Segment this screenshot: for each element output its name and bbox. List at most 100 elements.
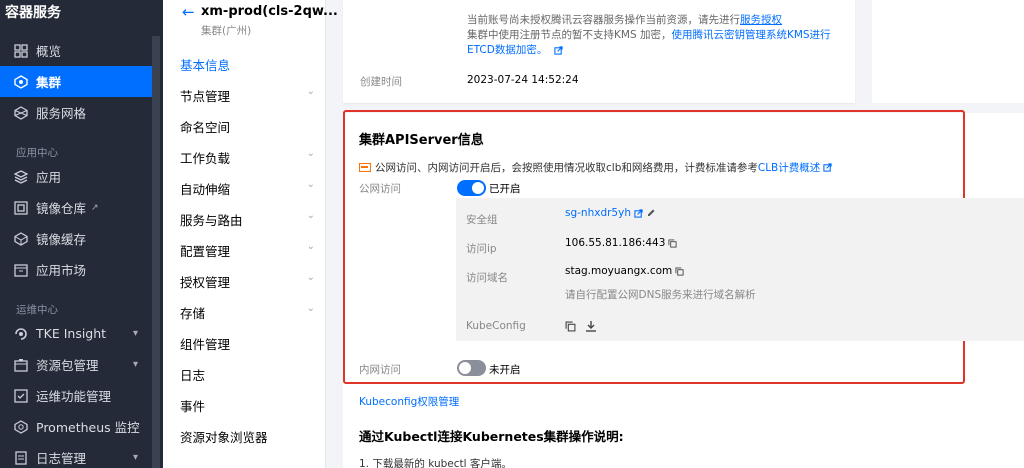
log-icon xyxy=(15,450,27,465)
kms-note: 集群中使用注册节点的暂不支持KMS 加密，使用腾讯云密钥管理系统KMS进行 xyxy=(467,27,831,42)
sidebar-item-log-management[interactable]: 日志管理 ▾ xyxy=(0,442,152,468)
subnav-item-label: 存储 xyxy=(180,306,206,321)
access-ip-value: 106.55.81.186:443 xyxy=(565,237,666,249)
billing-warning: 公网访问、内网访问开启后，会按照使用情况收取clb和网络费用，计费标准请参考 C… xyxy=(359,160,832,175)
copy-icon[interactable] xyxy=(675,266,684,276)
sidebar-item-resource-pack[interactable]: 资源包管理 ▾ xyxy=(0,349,152,380)
main-sidebar: 容器服务 概览 集群 服务网格 应用中心 应用 镜像仓库 ↗ 镜像缓存 应用市场… xyxy=(0,0,163,468)
domain-dns-hint: 请自行配置公网DNS服务来进行域名解析 xyxy=(565,289,756,301)
subnav-item-events[interactable]: 事件 xyxy=(180,396,315,415)
public-access-toggle[interactable] xyxy=(457,180,486,196)
toggle-knob xyxy=(472,182,484,194)
security-group-link[interactable]: sg-nhxdr5yh xyxy=(565,207,631,219)
chevron-down-icon: ▾ xyxy=(132,328,138,339)
sidebar-item-label: TKE Insight xyxy=(36,326,107,341)
public-access-details xyxy=(456,198,1024,341)
kubeconfig-permission-link[interactable]: Kubeconfig权限管理 xyxy=(359,394,459,409)
subnav-item-label: 服务与路由 xyxy=(180,213,243,228)
subnav-item-authorization[interactable]: 授权管理 ⌄ xyxy=(180,272,315,291)
sidebar-item-image-registry[interactable]: 镜像仓库 ↗ xyxy=(0,192,152,223)
subnav-item-namespace[interactable]: 命名空间 xyxy=(180,117,315,136)
market-icon xyxy=(14,263,28,277)
ops-icon xyxy=(14,388,28,403)
chevron-down-icon: ⌄ xyxy=(306,148,315,159)
sidebar-item-image-cache[interactable]: 镜像缓存 xyxy=(0,223,152,254)
private-access-label: 内网访问 xyxy=(359,364,401,376)
security-group-label: 安全组 xyxy=(466,214,498,226)
toggle-knob xyxy=(459,362,471,374)
subnav-item-storage[interactable]: 存储 ⌄ xyxy=(180,303,315,322)
kms-note-text: 集群中使用注册节点的暂不支持KMS 加密， xyxy=(467,29,672,41)
private-access-status: 未开启 xyxy=(489,364,521,376)
insight-icon xyxy=(15,327,27,340)
basic-info-card: 当前账号尚未授权腾讯云容器服务操作当前资源，请先进行服务授权 集群中使用注册节点… xyxy=(343,0,855,103)
authorization-note: 当前账号尚未授权腾讯云容器服务操作当前资源，请先进行服务授权 xyxy=(467,12,782,27)
copy-icon[interactable] xyxy=(565,321,576,332)
sidebar-section-app-center: 应用中心 xyxy=(16,147,58,159)
kms-encryption-link[interactable]: 使用腾讯云密钥管理系统KMS进行 xyxy=(671,29,830,41)
chevron-down-icon: ⌄ xyxy=(306,272,315,283)
subnav-item-components[interactable]: 组件管理 xyxy=(180,334,315,353)
subnav-item-label: 节点管理 xyxy=(180,89,231,104)
external-link-icon[interactable] xyxy=(634,208,643,218)
sidebar-item-label: 镜像缓存 xyxy=(36,232,87,247)
sidebar-item-label: 资源包管理 xyxy=(36,358,99,373)
subnav-item-basic-info[interactable]: 基本信息 xyxy=(180,55,315,74)
kubeconfig-label: KubeConfig xyxy=(466,320,526,332)
chevron-down-icon: ⌄ xyxy=(306,303,315,314)
access-domain-row: stag.moyuangx.com xyxy=(565,265,684,277)
billing-icon xyxy=(359,163,371,172)
sidebar-item-ops-function[interactable]: 运维功能管理 xyxy=(0,380,152,411)
subnav-item-logs[interactable]: 日志 xyxy=(180,365,315,384)
sidebar-item-label: 运维功能管理 xyxy=(36,389,112,404)
chevron-down-icon: ▾ xyxy=(132,452,138,463)
external-link-icon xyxy=(823,163,832,172)
sidebar-item-label: Prometheus 监控 xyxy=(36,420,140,435)
etcd-encryption-link[interactable]: ETCD数据加密。 xyxy=(467,44,547,56)
sidebar-item-tke-insight[interactable]: TKE Insight ▾ xyxy=(0,318,152,349)
private-access-toggle[interactable] xyxy=(457,360,486,376)
side-card xyxy=(872,0,1024,103)
subnav-item-label: 自动伸缩 xyxy=(180,182,231,197)
sidebar-item-label: 概览 xyxy=(36,44,62,59)
subnav-item-config-management[interactable]: 配置管理 ⌄ xyxy=(180,241,315,260)
edit-pencil-icon[interactable] xyxy=(646,208,656,218)
subnav-item-node-management[interactable]: 节点管理 ⌄ xyxy=(180,86,315,105)
subnav-item-autoscaling[interactable]: 自动伸缩 ⌄ xyxy=(180,179,315,198)
service-authorization-link[interactable]: 服务授权 xyxy=(740,14,782,26)
package-icon xyxy=(14,358,28,372)
copy-icon[interactable] xyxy=(668,238,677,248)
sidebar-item-overview[interactable]: 概览 xyxy=(0,35,152,66)
sidebar-item-service-mesh[interactable]: 服务网格 xyxy=(0,97,152,128)
security-group-row: sg-nhxdr5yh xyxy=(565,207,656,219)
sidebar-item-application[interactable]: 应用 xyxy=(0,161,152,192)
sidebar-item-cluster[interactable]: 集群 xyxy=(0,66,152,97)
registry-icon xyxy=(14,200,28,215)
sidebar-item-label: 服务网格 xyxy=(36,106,87,121)
sidebar-brand: 容器服务 xyxy=(5,5,61,21)
subnav-item-workload[interactable]: 工作负载 ⌄ xyxy=(180,148,315,167)
external-link-icon xyxy=(554,45,563,55)
cluster-name: xm-prod(cls-2qw... xyxy=(201,4,338,19)
subnav-item-service-routing[interactable]: 服务与路由 ⌄ xyxy=(180,210,315,229)
back-arrow-icon[interactable]: ← xyxy=(182,3,195,21)
billing-warning-text: 公网访问、内网访问开启后，会按照使用情况收取clb和网络费用，计费标准请参考 xyxy=(375,162,758,174)
chevron-down-icon: ⌄ xyxy=(306,210,315,221)
download-icon[interactable] xyxy=(585,320,597,332)
sidebar-item-prometheus[interactable]: Prometheus 监控 xyxy=(0,411,152,442)
authorization-note-text: 当前账号尚未授权腾讯云容器服务操作当前资源，请先进行 xyxy=(467,14,740,26)
sidebar-scrollbar[interactable] xyxy=(152,36,160,468)
prometheus-icon xyxy=(14,419,28,434)
subnav-item-label: 授权管理 xyxy=(180,275,231,290)
kubectl-guide-title: 通过Kubectl连接Kubernetes集群操作说明: xyxy=(359,429,624,444)
sidebar-item-app-market[interactable]: 应用市场 xyxy=(0,254,152,285)
cache-icon xyxy=(14,231,28,246)
access-ip-label: 访问ip xyxy=(466,243,497,255)
main-content: 当前账号尚未授权腾讯云容器服务操作当前资源，请先进行服务授权 集群中使用注册节点… xyxy=(326,0,1024,468)
external-link-icon: ↗ xyxy=(91,202,99,213)
access-ip-row: 106.55.81.186:443 xyxy=(565,237,677,249)
public-access-status: 已开启 xyxy=(489,183,521,195)
cluster-subnav: ← xm-prod(cls-2qw... 集群(广州) 基本信息 节点管理 ⌄ 命… xyxy=(163,0,338,468)
clb-billing-link[interactable]: CLB计费概述 xyxy=(758,160,820,175)
subnav-item-resource-browser[interactable]: 资源对象浏览器 xyxy=(180,427,315,446)
